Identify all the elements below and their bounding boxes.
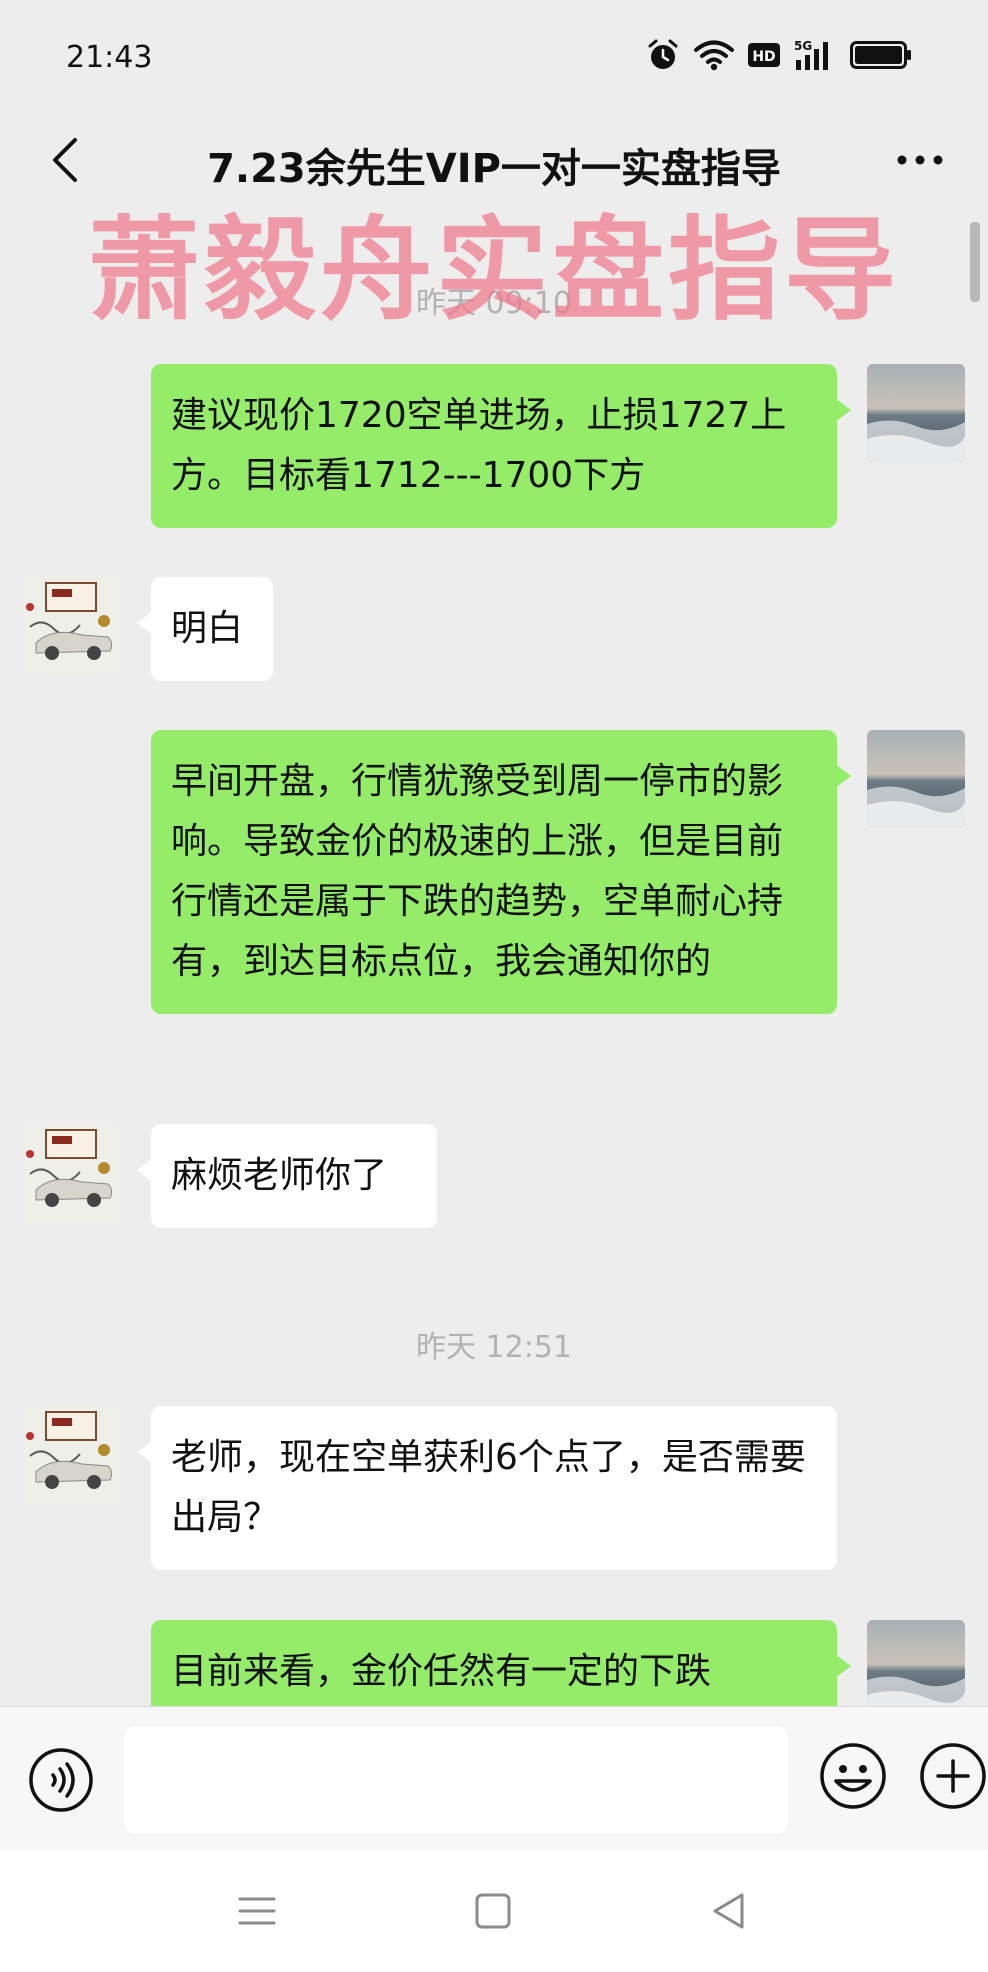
svg-text:HD: HD xyxy=(752,49,775,65)
menu-icon xyxy=(238,1897,276,1925)
input-bar xyxy=(0,1706,988,1850)
system-nav-bar xyxy=(0,1850,988,1972)
back-icon xyxy=(713,1893,744,1929)
message-bubble-sent[interactable]: 早间开盘，行情犹豫受到周一停市的影响。导致金价的极速的上涨，但是目前行情还是属于… xyxy=(151,730,851,1014)
wifi-icon xyxy=(694,40,734,71)
voice-button[interactable] xyxy=(28,1747,94,1813)
message-bubble-sent[interactable]: 建议现价1720空单进场，止损1727上方。目标看1712---1700下方 xyxy=(151,364,851,528)
plus-button[interactable] xyxy=(918,1741,988,1811)
avatar-self[interactable] xyxy=(867,364,965,462)
avatar-other[interactable] xyxy=(22,1124,120,1222)
nav-menu-button[interactable] xyxy=(232,1886,282,1936)
more-dots-icon xyxy=(897,155,943,165)
avatar-other[interactable] xyxy=(22,1406,120,1504)
message-input[interactable] xyxy=(124,1727,788,1833)
message-bubble-received[interactable]: 老师，现在空单获利6个点了，是否需要出局？ xyxy=(137,1406,837,1570)
message-bubble-received[interactable]: 麻烦老师你了 xyxy=(137,1124,437,1228)
status-bar: 21:43 HD 5G xyxy=(0,0,988,120)
emoji-button[interactable] xyxy=(818,1741,888,1811)
battery-icon xyxy=(850,41,911,69)
nav-back-button[interactable] xyxy=(704,1886,754,1936)
alarm-icon xyxy=(648,39,678,69)
message-bubble-received[interactable]: 明白 xyxy=(137,577,273,681)
status-icons: HD 5G xyxy=(646,38,912,72)
time-label: 昨天 12:51 xyxy=(416,1330,572,1365)
avatar-self[interactable] xyxy=(867,730,965,828)
avatar-other[interactable] xyxy=(22,577,120,675)
more-button[interactable] xyxy=(892,140,948,180)
plus-icon xyxy=(920,1743,986,1809)
status-time: 21:43 xyxy=(66,40,153,75)
avatar-self[interactable] xyxy=(867,1620,965,1718)
watermark: 萧毅舟实盘指导 xyxy=(88,206,900,336)
nav-home-button[interactable] xyxy=(468,1886,518,1936)
5g-signal-icon: 5G xyxy=(794,39,828,70)
home-icon xyxy=(475,1893,511,1929)
hd-icon: HD xyxy=(748,43,780,67)
emoji-icon xyxy=(820,1743,886,1809)
svg-text:5G: 5G xyxy=(794,39,812,53)
voice-icon xyxy=(29,1748,93,1812)
